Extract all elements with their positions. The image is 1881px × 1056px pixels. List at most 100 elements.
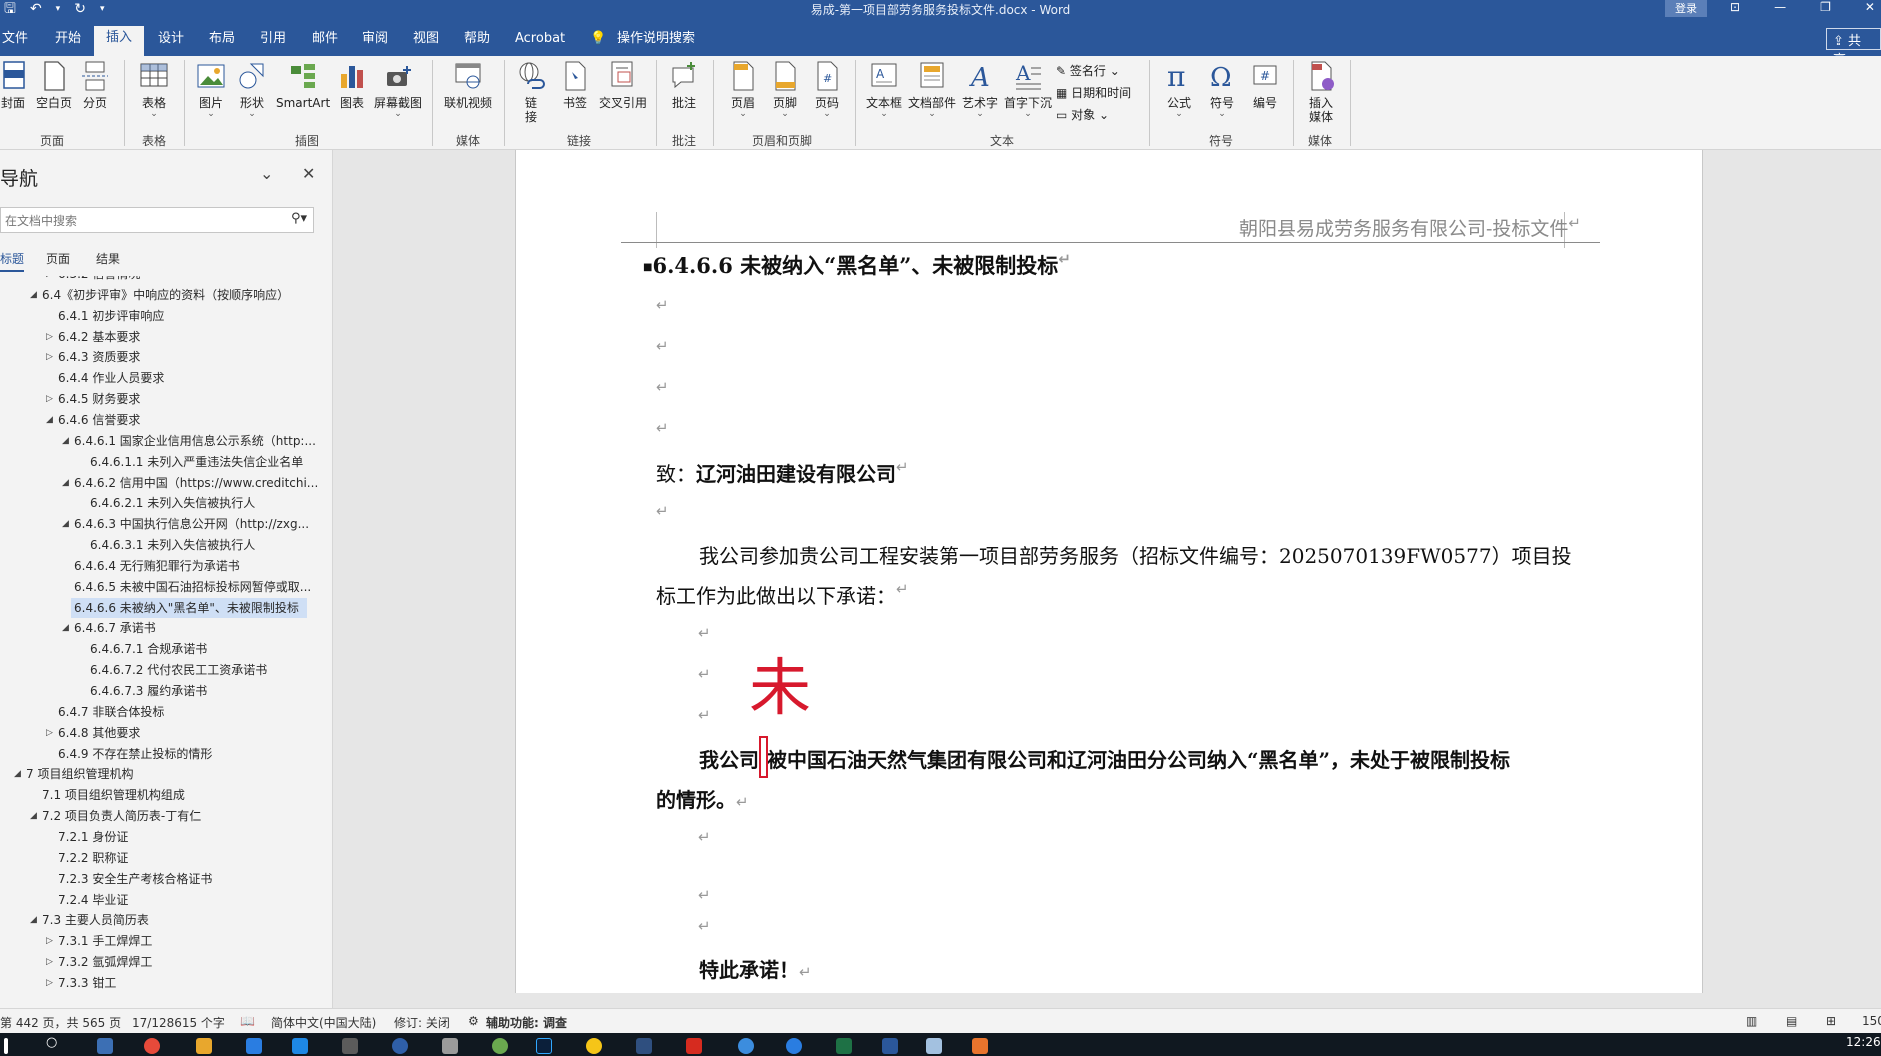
nav-heading-item[interactable]: ◢ 7 项目组织管理机构 — [0, 764, 320, 784]
footer-button[interactable]: 页脚 ⌄ — [770, 60, 800, 119]
tab-home[interactable]: 开始 — [55, 28, 81, 56]
tab-design[interactable]: 设计 — [158, 28, 184, 56]
nav-heading-item[interactable]: ◢ 6.4.6.3 中国执行信息公开网（http://zxg... — [0, 514, 320, 534]
clock[interactable]: 12:26 — [1846, 1035, 1881, 1049]
close-icon[interactable]: ✕ — [302, 164, 315, 183]
collapse-icon[interactable]: ◢ — [30, 285, 37, 305]
app-icon[interactable] — [292, 1038, 308, 1054]
number-button[interactable]: # 编号 — [1248, 60, 1282, 110]
nav-heading-item[interactable]: 6.4.7 非联合体投标 — [0, 702, 320, 722]
smartart-button[interactable]: SmartArt — [276, 60, 330, 110]
nav-heading-item[interactable]: ◢ 6.4.6 信誉要求 — [0, 410, 320, 430]
search-icon[interactable]: ○ — [46, 1035, 62, 1051]
proofing-icon[interactable]: 📖 — [240, 1014, 255, 1028]
nav-tab-pages[interactable]: 页面 — [46, 250, 70, 267]
nav-heading-item[interactable]: ▷ 6.3.2 信誉情况 — [0, 276, 320, 284]
nav-heading-item[interactable]: 7.1 项目组织管理机构组成 — [0, 785, 320, 805]
search-icon[interactable]: ⚲▾ — [291, 211, 307, 226]
share-button[interactable]: ⇪ 共享 — [1826, 28, 1881, 68]
collapse-icon[interactable]: ◢ — [62, 431, 69, 451]
tab-view[interactable]: 视图 — [413, 28, 439, 56]
nav-heading-item[interactable]: 6.4.6.3.1 未列入失信被执行人 — [0, 535, 320, 555]
tab-mailings[interactable]: 邮件 — [312, 28, 338, 56]
expand-icon[interactable]: ▷ — [46, 952, 53, 972]
collapse-icon[interactable]: ◢ — [62, 473, 69, 493]
nav-heading-item[interactable]: 6.4.4 作业人员要求 — [0, 368, 320, 388]
nav-heading-item[interactable]: ◢ 7.2 项目负责人简历表-丁有仁 — [0, 806, 320, 826]
symbol-button[interactable]: Ω 符号 ⌄ — [1205, 60, 1239, 119]
chrome-icon[interactable] — [144, 1038, 160, 1054]
word-count[interactable]: 17/128615 个字 — [132, 1014, 225, 1031]
nav-heading-item[interactable]: 6.4.1 初步评审响应 — [0, 306, 320, 326]
app-icon[interactable] — [636, 1038, 652, 1054]
nav-heading-item[interactable]: 6.4.6.1.1 未列入严重违法失信企业名单 — [0, 452, 320, 472]
nav-heading-item[interactable]: 6.4.6.7.1 合规承诺书 — [0, 639, 320, 659]
comment-button[interactable]: 批注 — [668, 60, 700, 110]
app-icon[interactable] — [926, 1038, 942, 1054]
signature-line-button[interactable]: ✎ 签名行 ⌄ — [1056, 62, 1120, 79]
app-icon[interactable] — [342, 1038, 358, 1054]
tab-references[interactable]: 引用 — [260, 28, 286, 56]
acrobat-icon[interactable] — [686, 1038, 702, 1054]
nav-heading-item[interactable]: 7.2.3 安全生产考核合格证书 — [0, 869, 320, 889]
nav-heading-item[interactable]: ▷ 7.3.3 钳工 — [0, 973, 320, 993]
tab-insert[interactable]: 插入 — [94, 26, 145, 56]
nav-heading-item[interactable]: ◢ 6.4.6.7 承诺书 — [0, 618, 320, 638]
tab-file[interactable]: 文件 — [2, 28, 28, 56]
nav-heading-item[interactable]: ▷ 7.3.1 手工焊焊工 — [0, 931, 320, 951]
tell-me-search[interactable]: 操作说明搜索 — [617, 28, 695, 56]
edge-icon[interactable] — [786, 1038, 802, 1054]
expand-icon[interactable]: ▷ — [46, 276, 53, 284]
excel-icon[interactable] — [836, 1038, 852, 1054]
shapes-button[interactable]: 形状 ⌄ — [237, 60, 267, 119]
collapse-icon[interactable]: ◢ — [30, 806, 37, 826]
object-button[interactable]: ▭ 对象 ⌄ — [1056, 106, 1109, 123]
nav-heading-item[interactable]: 6.4.6.6 未被纳入"黑名单"、未被限制投标 — [71, 597, 307, 618]
equation-button[interactable]: π 公式 ⌄ — [1162, 60, 1196, 119]
nav-heading-item[interactable]: ◢ 6.4.6.1 国家企业信用信息公示系统（http:... — [0, 431, 320, 451]
screenshot-button[interactable]: 屏幕截图 ⌄ — [372, 60, 424, 119]
word-icon[interactable] — [882, 1038, 898, 1054]
nav-heading-item[interactable]: 6.4.9 不存在禁止投标的情形 — [0, 744, 320, 764]
nav-search-input[interactable]: 在文档中搜索 ⚲▾ — [0, 207, 314, 233]
nav-heading-item[interactable]: ▷ 6.4.5 财务要求 — [0, 389, 320, 409]
nav-heading-item[interactable]: 6.4.6.7.3 履约承诺书 — [0, 681, 320, 701]
quick-parts-button[interactable]: 文档部件 ⌄ — [906, 60, 958, 119]
chevron-down-icon[interactable]: ⌄ — [260, 164, 273, 183]
nav-heading-item[interactable]: 6.4.6.2.1 未列入失信被执行人 — [0, 493, 320, 513]
online-video-button[interactable]: 联机视频 — [442, 60, 494, 110]
nav-heading-item[interactable]: ◢ 6.4.6.2 信用中国（https://www.creditchi... — [0, 473, 320, 493]
insert-media-button[interactable]: 插入 媒体 — [1304, 60, 1338, 124]
app-icon[interactable] — [392, 1038, 408, 1054]
wordart-button[interactable]: A 艺术字 ⌄ — [960, 60, 1000, 119]
zoom-level[interactable]: 150 — [1862, 1014, 1881, 1028]
bookmark-button[interactable]: 书签 — [560, 60, 590, 110]
language[interactable]: 简体中文(中国大陆) — [271, 1014, 376, 1031]
ribbon-display-icon[interactable]: ⊡ — [1730, 0, 1740, 14]
accessibility-status[interactable]: 辅助功能: 调查 — [486, 1014, 567, 1031]
web-layout-icon[interactable]: ⊞ — [1826, 1014, 1836, 1028]
read-mode-icon[interactable]: ▥ — [1746, 1014, 1757, 1028]
expand-icon[interactable]: ▷ — [46, 931, 53, 951]
photoshop-icon[interactable] — [536, 1038, 552, 1054]
calculator-icon[interactable] — [97, 1038, 113, 1054]
date-time-button[interactable]: ▦ 日期和时间 — [1056, 84, 1131, 101]
app-icon[interactable] — [738, 1038, 754, 1054]
nav-heading-item[interactable]: ◢ 6.4《初步评审》中响应的资料（按顺序响应） — [0, 285, 320, 305]
nav-heading-item[interactable]: 7.2.4 毕业证 — [0, 890, 320, 910]
app-icon[interactable] — [246, 1038, 262, 1054]
drop-cap-button[interactable]: A 首字下沉 ⌄ — [1003, 60, 1053, 119]
document-page[interactable]: 朝阳县易成劳务服务有限公司-投标文件 ↵ ■6.4.6.6 未被纳入“黑名单”、未… — [515, 150, 1703, 993]
qq-icon[interactable] — [586, 1038, 602, 1054]
page-break-button[interactable]: 分页 — [80, 60, 110, 110]
textbox-button[interactable]: A 文本框 ⌄ — [866, 60, 902, 119]
table-button[interactable]: 表格 ⌄ — [137, 60, 171, 119]
app-icon[interactable] — [442, 1038, 458, 1054]
app-icon[interactable] — [492, 1038, 508, 1054]
collapse-icon[interactable]: ◢ — [62, 514, 69, 534]
nav-heading-item[interactable]: 7.2.1 身份证 — [0, 827, 320, 847]
expand-icon[interactable]: ▷ — [46, 389, 53, 409]
minimize-icon[interactable]: — — [1774, 0, 1786, 14]
collapse-icon[interactable]: ◢ — [46, 410, 53, 430]
restore-icon[interactable]: ❐ — [1820, 0, 1831, 14]
